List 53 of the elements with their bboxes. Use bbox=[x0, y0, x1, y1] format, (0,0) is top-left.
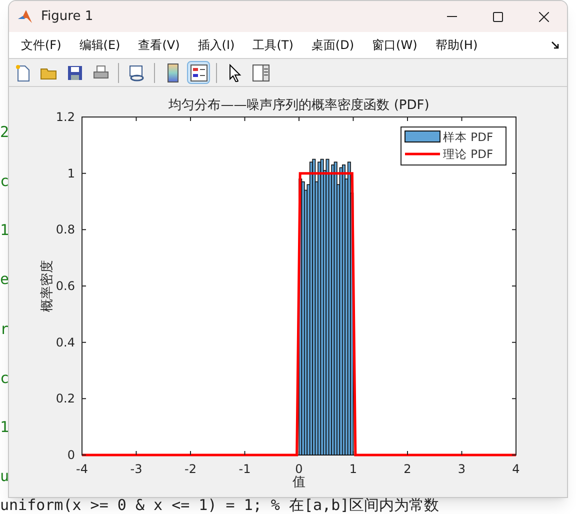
y-tick-label: 1 bbox=[67, 166, 75, 180]
dock-arrow-icon[interactable] bbox=[551, 41, 559, 49]
menu-item[interactable]: 桌面(D) bbox=[307, 36, 358, 54]
x-tick-label: -3 bbox=[130, 462, 142, 476]
y-tick-label: 0.8 bbox=[56, 222, 75, 237]
menu-item[interactable]: 工具(T) bbox=[248, 36, 298, 54]
x-tick-label: -2 bbox=[184, 462, 196, 476]
chart-title: 均匀分布——噪声序列的概率密度函数 (PDF) bbox=[168, 98, 430, 113]
legend-line-swatch bbox=[405, 152, 440, 156]
menu-item[interactable]: 编辑(E) bbox=[75, 36, 124, 54]
y-tick-label: 0.2 bbox=[56, 392, 75, 406]
window-title: Figure 1 bbox=[41, 8, 94, 26]
code-fragment: u bbox=[0, 468, 10, 484]
property-editor-icon bbox=[252, 64, 270, 82]
legend-icon bbox=[190, 64, 208, 82]
minimize-icon bbox=[447, 16, 457, 17]
menu-item[interactable]: 文件(F) bbox=[17, 36, 66, 54]
menu-item[interactable]: 查看(V) bbox=[134, 36, 184, 54]
colorbar-icon bbox=[166, 62, 180, 82]
code-fragment: e bbox=[0, 272, 10, 288]
menu-item[interactable]: 帮助(H) bbox=[431, 36, 482, 54]
pointer-icon bbox=[228, 64, 242, 82]
code-fragment: c bbox=[0, 370, 10, 386]
legend-label: 样本 PDF bbox=[443, 130, 494, 144]
x-axis-label: 值 bbox=[292, 475, 306, 490]
legend-label: 理论 PDF bbox=[443, 147, 494, 161]
y-tick-label: 0.4 bbox=[56, 335, 75, 350]
close-icon bbox=[539, 12, 549, 22]
new-file-icon bbox=[14, 64, 32, 82]
x-tick-label: 2 bbox=[404, 462, 412, 476]
app-logo-icon bbox=[17, 8, 33, 24]
x-tick-label: -1 bbox=[238, 462, 251, 476]
code-fragment: 1 bbox=[0, 420, 10, 435]
linked-windows-icon bbox=[128, 64, 146, 82]
maximize-icon bbox=[493, 12, 503, 22]
menu-item[interactable]: 插入(I) bbox=[194, 36, 239, 54]
code-fragment: 2 bbox=[0, 125, 10, 140]
y-tick-label: 0.6 bbox=[56, 279, 75, 293]
printer-icon bbox=[92, 64, 110, 82]
code-fragment: c bbox=[0, 174, 10, 190]
x-tick-label: 4 bbox=[512, 462, 520, 476]
y-tick-label: 1.2 bbox=[56, 110, 75, 124]
toolbar-button[interactable] bbox=[187, 61, 210, 84]
code-fragment: 1 bbox=[0, 223, 10, 238]
y-tick-label: 0 bbox=[67, 448, 75, 462]
x-tick-label: -4 bbox=[76, 462, 88, 476]
y-axis-label: 概率密度 bbox=[40, 260, 55, 312]
x-tick-label: 0 bbox=[295, 462, 303, 476]
code-line: uniform(x >= 0 & x <= 1) = 1; % 在[a,b]区间内为常数 bbox=[0, 496, 440, 514]
code-fragment: r bbox=[0, 322, 10, 337]
x-tick-label: 3 bbox=[458, 462, 466, 476]
x-tick-label: 1 bbox=[349, 462, 358, 476]
menu-item[interactable]: 窗口(W) bbox=[368, 36, 422, 54]
